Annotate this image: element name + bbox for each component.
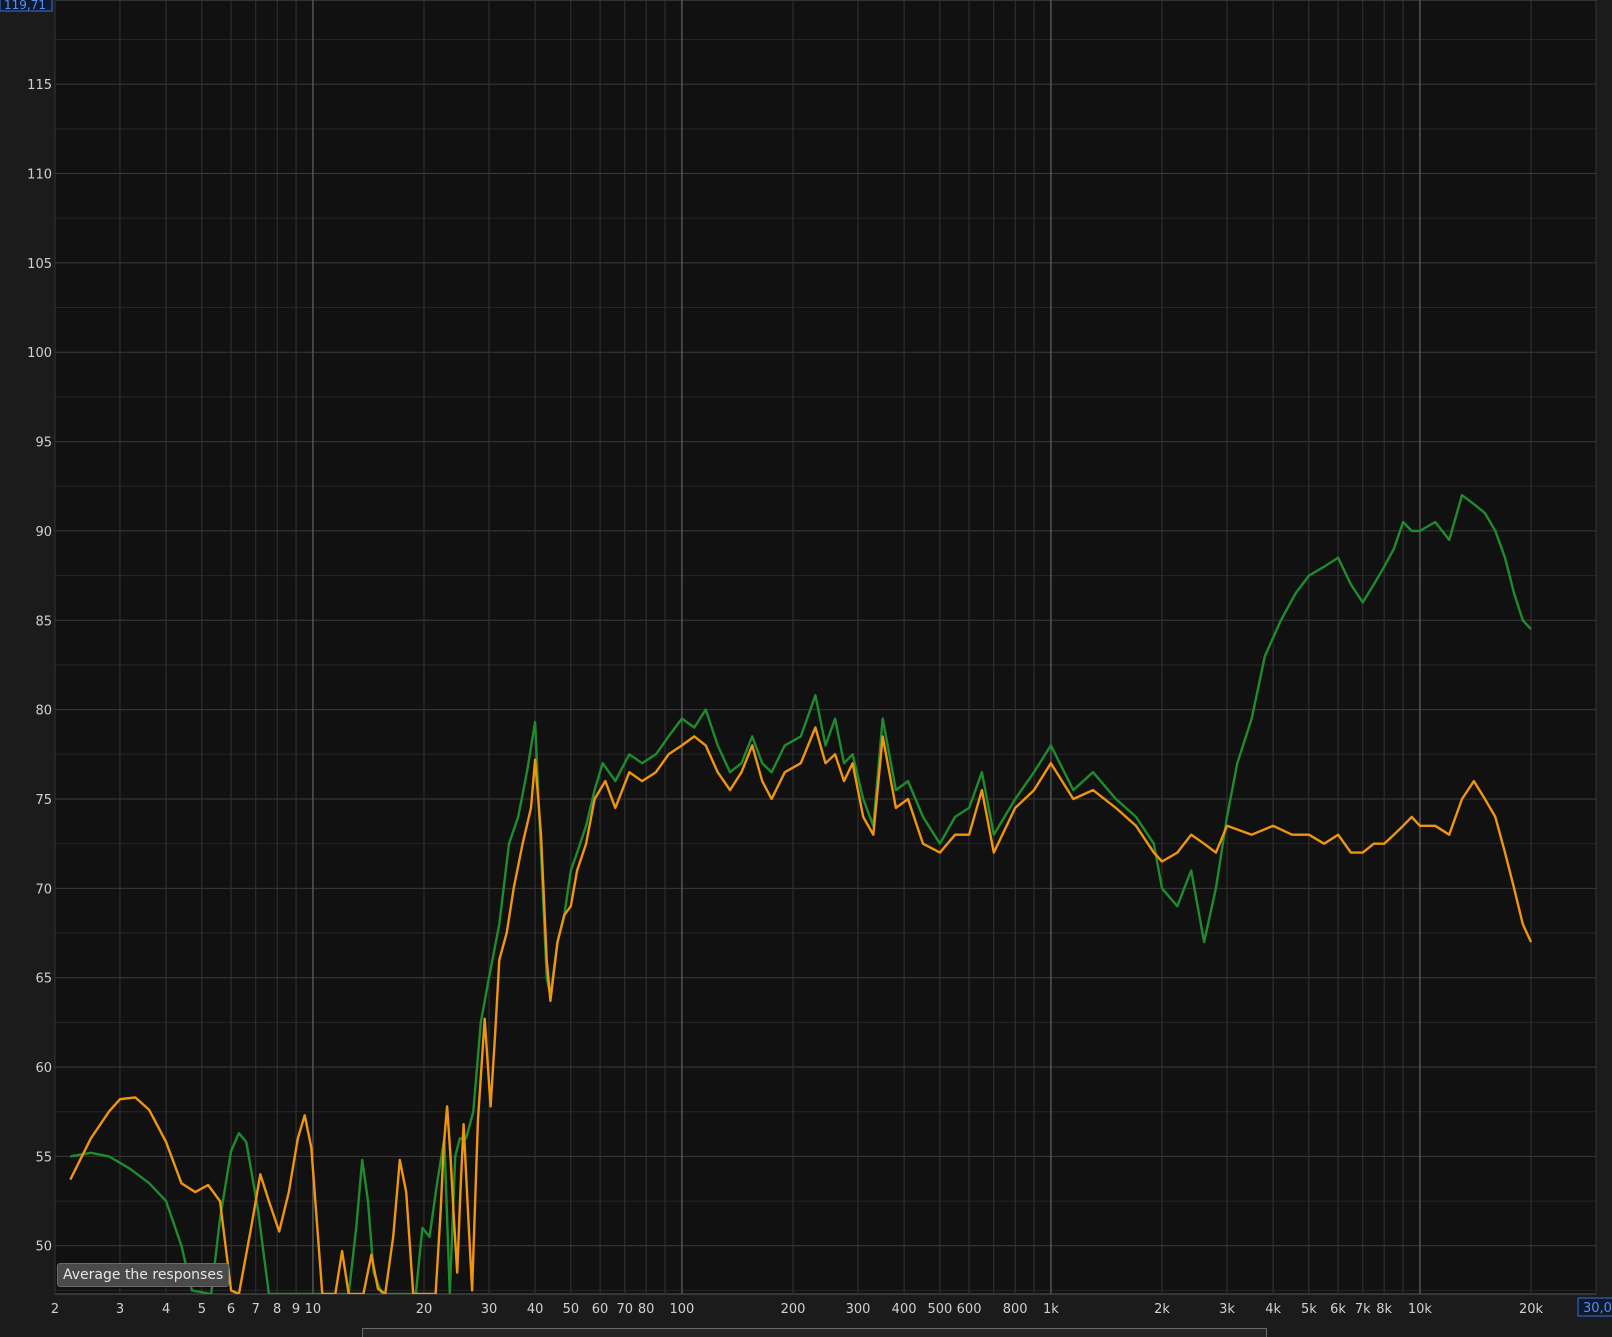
x-axis-ticks: 2 3 4 5 6 7 8 9 10 20 30 40 50 60 70 80 100 200 300 400 500 6…	[51, 1302, 1544, 1317]
x-tick-label: 300	[846, 1302, 871, 1317]
x-tick-label: 5k	[1301, 1302, 1317, 1317]
y-tick-label: 100	[27, 346, 52, 361]
tooltip: Average the responses	[57, 1263, 230, 1287]
x-tick-label: 8	[273, 1302, 281, 1317]
x-tick-label: 400	[892, 1302, 917, 1317]
y-top-readout-box[interactable]: 119,71	[0, 0, 53, 12]
x-tick-label: 1k	[1043, 1302, 1059, 1317]
x-tick-label: 500	[927, 1302, 952, 1317]
x-tick-label: 10k	[1408, 1302, 1433, 1317]
x-tick-label: 20k	[1519, 1302, 1544, 1317]
x-tick-label: 800	[1003, 1302, 1028, 1317]
x-tick-label: 3	[116, 1302, 124, 1317]
x-tick-label: 4k	[1265, 1302, 1281, 1317]
y-tick-label: 60	[35, 1061, 52, 1076]
x-tick-label: 50	[563, 1302, 580, 1317]
x-tick-label: 3k	[1219, 1302, 1235, 1317]
y-top-readout: 119,71	[4, 0, 46, 12]
x-tick-label: 2k	[1154, 1302, 1170, 1317]
y-tick-label: 75	[35, 793, 52, 808]
x-tick-label: 30	[481, 1302, 498, 1317]
x-tick-label: 20	[416, 1302, 433, 1317]
y-tick-label: 110	[27, 168, 52, 183]
y-tick-label: 80	[35, 704, 52, 719]
x-tick-label: 70	[616, 1302, 633, 1317]
x-right-readout: 30,0	[1583, 1301, 1612, 1316]
x-tick-label: 6k	[1330, 1302, 1346, 1317]
x-tick-label: 40	[527, 1302, 544, 1317]
plot-area[interactable]	[54, 0, 1597, 1295]
y-tick-label: 90	[35, 525, 52, 540]
x-right-readout-box[interactable]: 30,0	[1577, 1297, 1612, 1317]
x-tick-label: 5	[198, 1302, 206, 1317]
y-axis-ticks: 50 55 60 65 70 75 80 85 90 95 100 105 110 115	[27, 78, 52, 1255]
y-tick-label: 95	[35, 436, 52, 451]
x-tick-label: 200	[781, 1302, 806, 1317]
x-tick-label: 8k	[1376, 1302, 1392, 1317]
y-tick-label: 70	[35, 882, 52, 897]
x-tick-label: 60	[592, 1302, 609, 1317]
x-tick-label: 10	[305, 1302, 322, 1317]
y-tick-label: 50	[35, 1240, 52, 1255]
x-tick-label: 4	[162, 1302, 170, 1317]
x-tick-label: 600	[957, 1302, 982, 1317]
x-tick-label: 100	[670, 1302, 695, 1317]
y-tick-label: 105	[27, 257, 52, 272]
x-tick-label: 2	[51, 1302, 59, 1317]
x-tick-label: 7k	[1355, 1302, 1371, 1317]
x-tick-label: 6	[227, 1302, 235, 1317]
y-tick-label: 55	[35, 1150, 52, 1165]
x-tick-label: 9	[292, 1302, 300, 1317]
frequency-response-chart[interactable]: 50556065707580859095100105110115 2345678…	[0, 0, 1612, 1336]
x-tick-label: 80	[638, 1302, 655, 1317]
y-tick-label: 85	[35, 614, 52, 629]
y-tick-label: 65	[35, 972, 52, 987]
x-tick-label: 7	[252, 1302, 260, 1317]
y-tick-label: 115	[27, 78, 52, 93]
